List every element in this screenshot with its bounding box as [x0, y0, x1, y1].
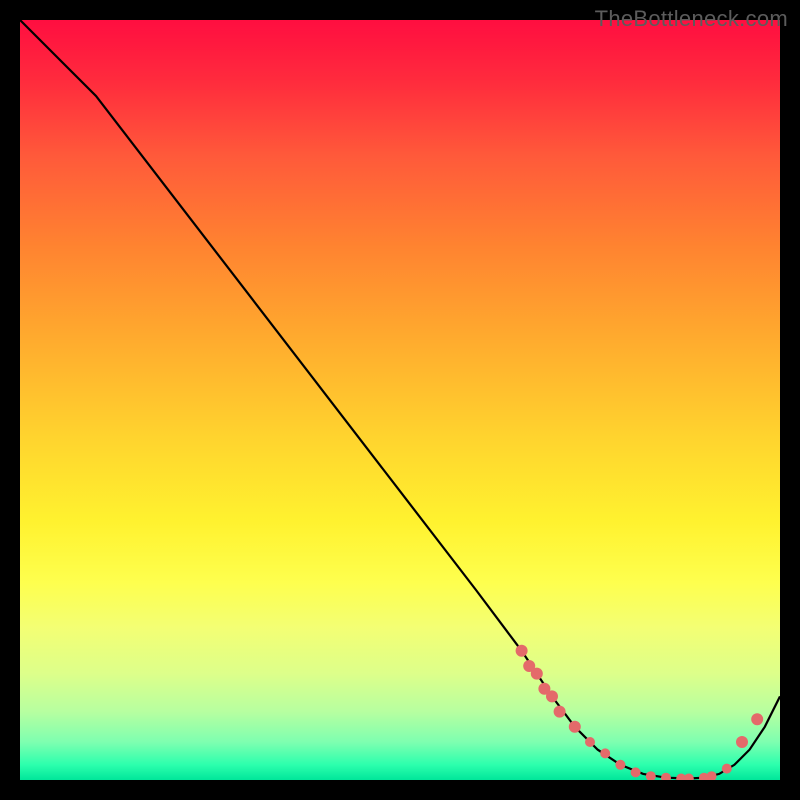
marker-dot: [569, 721, 581, 733]
marker-dot: [516, 645, 528, 657]
bottleneck-curve: [20, 20, 780, 780]
chart-frame: TheBottleneck.com: [0, 0, 800, 800]
marker-dot: [661, 773, 671, 780]
marker-dot: [736, 736, 748, 748]
marker-dot: [531, 668, 543, 680]
watermark-text: TheBottleneck.com: [595, 6, 788, 32]
chart-plot-area: [20, 20, 780, 780]
curve-markers: [516, 645, 764, 780]
marker-dot: [554, 706, 566, 718]
marker-dot: [707, 771, 717, 780]
marker-dot: [646, 771, 656, 780]
marker-dot: [585, 737, 595, 747]
marker-dot: [631, 767, 641, 777]
marker-dot: [684, 774, 694, 781]
marker-dot: [722, 764, 732, 774]
marker-dot: [751, 713, 763, 725]
marker-dot: [546, 690, 558, 702]
marker-dot: [600, 748, 610, 758]
marker-dot: [615, 760, 625, 770]
curve-line: [20, 20, 780, 779]
